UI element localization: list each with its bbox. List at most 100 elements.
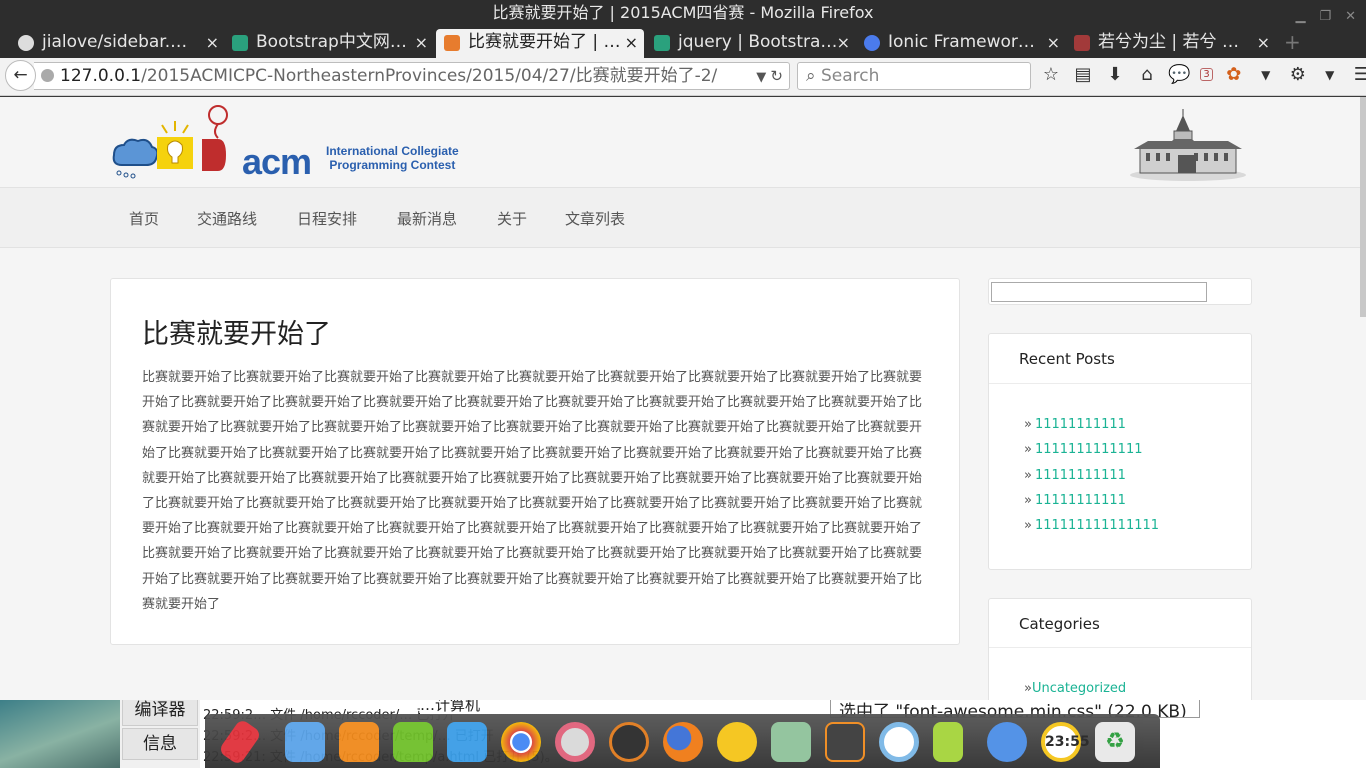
sidebar-search-input[interactable] xyxy=(991,282,1207,302)
pin-icon[interactable] xyxy=(217,718,263,766)
settings-icon[interactable] xyxy=(555,722,595,762)
avatar-icon xyxy=(1074,35,1090,51)
sublime-text-icon[interactable] xyxy=(825,722,865,762)
panel-tab-compiler[interactable]: 编译器 xyxy=(122,700,198,726)
recent-posts-widget: Recent Posts » 11111111111 » 1111111111111… xyxy=(988,333,1252,570)
tab-label: Bootstrap中文网… xyxy=(256,32,407,52)
maximize-icon[interactable]: ❐ xyxy=(1319,4,1331,30)
circle-app-icon[interactable] xyxy=(879,722,919,762)
tab-ionic[interactable]: Ionic Framewor… × xyxy=(856,29,1066,58)
tab-label: jialove/sidebar.… xyxy=(42,32,188,52)
categories-widget: Categories »Uncategorized xyxy=(988,598,1252,700)
tab-strip: jialove/sidebar.… × Bootstrap中文网… × 比赛就要… xyxy=(0,28,1366,58)
notification-badge[interactable]: 3 xyxy=(1200,68,1213,81)
url-buttons: ▼ ↻ xyxy=(756,63,783,89)
recent-post-link[interactable]: » 11111111111 xyxy=(1024,417,1126,432)
article-card: 比赛就要开始了 比赛就要开始了比赛就要开始了比赛就要开始了比赛就要开始了比赛就要… xyxy=(110,278,960,645)
recent-post-link[interactable]: » 11111111111 xyxy=(1024,468,1126,483)
sublime-s-icon[interactable] xyxy=(609,722,649,762)
qq-icon[interactable] xyxy=(771,722,811,762)
tab-jialove-sidebar[interactable]: jialove/sidebar.… × xyxy=(10,29,225,58)
hamburger-menu-icon[interactable]: ☰ xyxy=(1351,64,1366,85)
nav-schedule[interactable]: 日程安排 xyxy=(297,208,357,229)
desktop-wallpaper xyxy=(0,700,120,768)
tab-jquery-bootstrap[interactable]: jquery | Bootstra… × xyxy=(646,29,856,58)
video-icon[interactable] xyxy=(447,722,487,762)
bookmark-star-icon[interactable]: ☆ xyxy=(1040,64,1062,85)
reading-list-icon[interactable]: ▤ xyxy=(1072,64,1094,85)
acm-logo-graphic-icon xyxy=(112,105,228,179)
bulb-icon[interactable] xyxy=(717,722,757,762)
extension-icon[interactable]: ✿ xyxy=(1223,64,1245,85)
tab-active-post[interactable]: 比赛就要开始了 | … × xyxy=(436,29,644,58)
tab-label: 比赛就要开始了 | … xyxy=(468,32,621,52)
recent-post-link[interactable]: » 11111111111 xyxy=(1024,493,1126,508)
firefox-icon[interactable] xyxy=(663,722,703,762)
chrome-icon[interactable] xyxy=(501,722,541,762)
music-icon[interactable] xyxy=(393,722,433,762)
recent-posts-title: Recent Posts xyxy=(1019,350,1115,368)
recent-post-link[interactable]: » 111111111111111 xyxy=(1024,518,1159,533)
nav-news[interactable]: 最新消息 xyxy=(397,208,457,229)
dock: 23:55 ♻ xyxy=(205,714,1160,768)
document-icon[interactable] xyxy=(933,722,963,762)
home-folder-icon[interactable] xyxy=(285,722,325,762)
navigation-toolbar: 127.0.0.1/2015ACMICPC-NortheasternProvin… xyxy=(0,58,1366,96)
new-tab-button[interactable]: + xyxy=(1284,30,1301,54)
search-box[interactable]: ⌕ Search xyxy=(797,62,1031,90)
close-tab-icon[interactable]: × xyxy=(415,29,428,56)
tab-label: Ionic Framewor… xyxy=(888,32,1035,52)
nav-home[interactable]: 首页 xyxy=(129,208,159,229)
acm-logo[interactable]: acm International Collegiate Programming… xyxy=(110,103,470,183)
url-bar[interactable]: 127.0.0.1/2015ACMICPC-NortheasternProvin… xyxy=(34,62,790,90)
window-titlebar: 比赛就要开始了 | 2015ACM四省赛 - Mozilla Firefox ▁… xyxy=(0,0,1366,28)
bootstrap-icon xyxy=(654,35,670,51)
files-icon[interactable] xyxy=(339,722,379,762)
close-tab-icon[interactable]: × xyxy=(837,29,850,56)
home-icon[interactable]: ⌂ xyxy=(1136,64,1158,85)
page-scrollbar[interactable] xyxy=(1360,97,1366,317)
search-icon: ⌕ xyxy=(806,66,816,86)
categories-title: Categories xyxy=(1019,615,1100,633)
nav-articles[interactable]: 文章列表 xyxy=(565,208,625,229)
chat-icon[interactable]: 💬 xyxy=(1168,64,1190,85)
addon-icon[interactable]: ⚙ xyxy=(1287,64,1309,85)
recent-post-link[interactable]: » 1111111111111 xyxy=(1024,442,1143,457)
dropdown-arrow-icon[interactable]: ▼ xyxy=(756,70,766,85)
multi-window-icon[interactable] xyxy=(987,722,1027,762)
panel-tab-messages[interactable]: 信息 xyxy=(122,728,198,760)
close-tab-icon[interactable]: × xyxy=(1257,29,1270,56)
close-tab-icon[interactable]: × xyxy=(206,29,219,56)
notice-fragment: …计算机 xyxy=(420,700,481,715)
building-illustration-icon xyxy=(1130,109,1246,181)
back-button[interactable]: ← xyxy=(5,60,36,91)
reload-icon[interactable]: ↻ xyxy=(770,67,783,85)
widget-divider xyxy=(989,647,1251,648)
download-icon[interactable]: ⬇ xyxy=(1104,64,1126,85)
minimize-icon[interactable]: ▁ xyxy=(1295,4,1305,30)
github-icon xyxy=(18,35,34,51)
category-link[interactable]: »Uncategorized xyxy=(1024,681,1126,696)
search-placeholder: Search xyxy=(820,66,880,86)
web-page: acm International Collegiate Programming… xyxy=(0,97,1366,700)
tab-bootstrap-cn[interactable]: Bootstrap中文网… × xyxy=(224,29,434,58)
tab-label: jquery | Bootstra… xyxy=(678,32,838,52)
dropdown-arrow-icon[interactable]: ▼ xyxy=(1319,68,1341,82)
nav-about[interactable]: 关于 xyxy=(497,208,527,229)
window-controls: ▁ ❐ ✕ xyxy=(1295,4,1356,30)
acm-subtitle-line2: Programming Contest xyxy=(329,158,456,172)
close-icon[interactable]: ✕ xyxy=(1345,4,1356,30)
article-title: 比赛就要开始了 xyxy=(142,319,331,350)
tab-ruoxi[interactable]: 若兮为尘 | 若兮 … × xyxy=(1066,29,1276,58)
dropdown-arrow-icon[interactable]: ▼ xyxy=(1255,68,1277,82)
page-icon xyxy=(444,35,460,51)
recycle-icon[interactable]: ♻ xyxy=(1095,722,1135,762)
nav-transport[interactable]: 交通路线 xyxy=(197,208,257,229)
article-body: 比赛就要开始了比赛就要开始了比赛就要开始了比赛就要开始了比赛就要开始了比赛就要开… xyxy=(142,370,923,612)
close-tab-icon[interactable]: × xyxy=(1047,29,1060,56)
close-tab-icon[interactable]: × xyxy=(625,29,638,56)
clock-icon[interactable]: 23:55 xyxy=(1041,722,1090,762)
sidebar-search-widget xyxy=(988,278,1252,305)
window-title: 比赛就要开始了 | 2015ACM四省赛 - Mozilla Firefox xyxy=(492,3,874,22)
acm-subtitle: International Collegiate Programming Con… xyxy=(326,144,459,172)
